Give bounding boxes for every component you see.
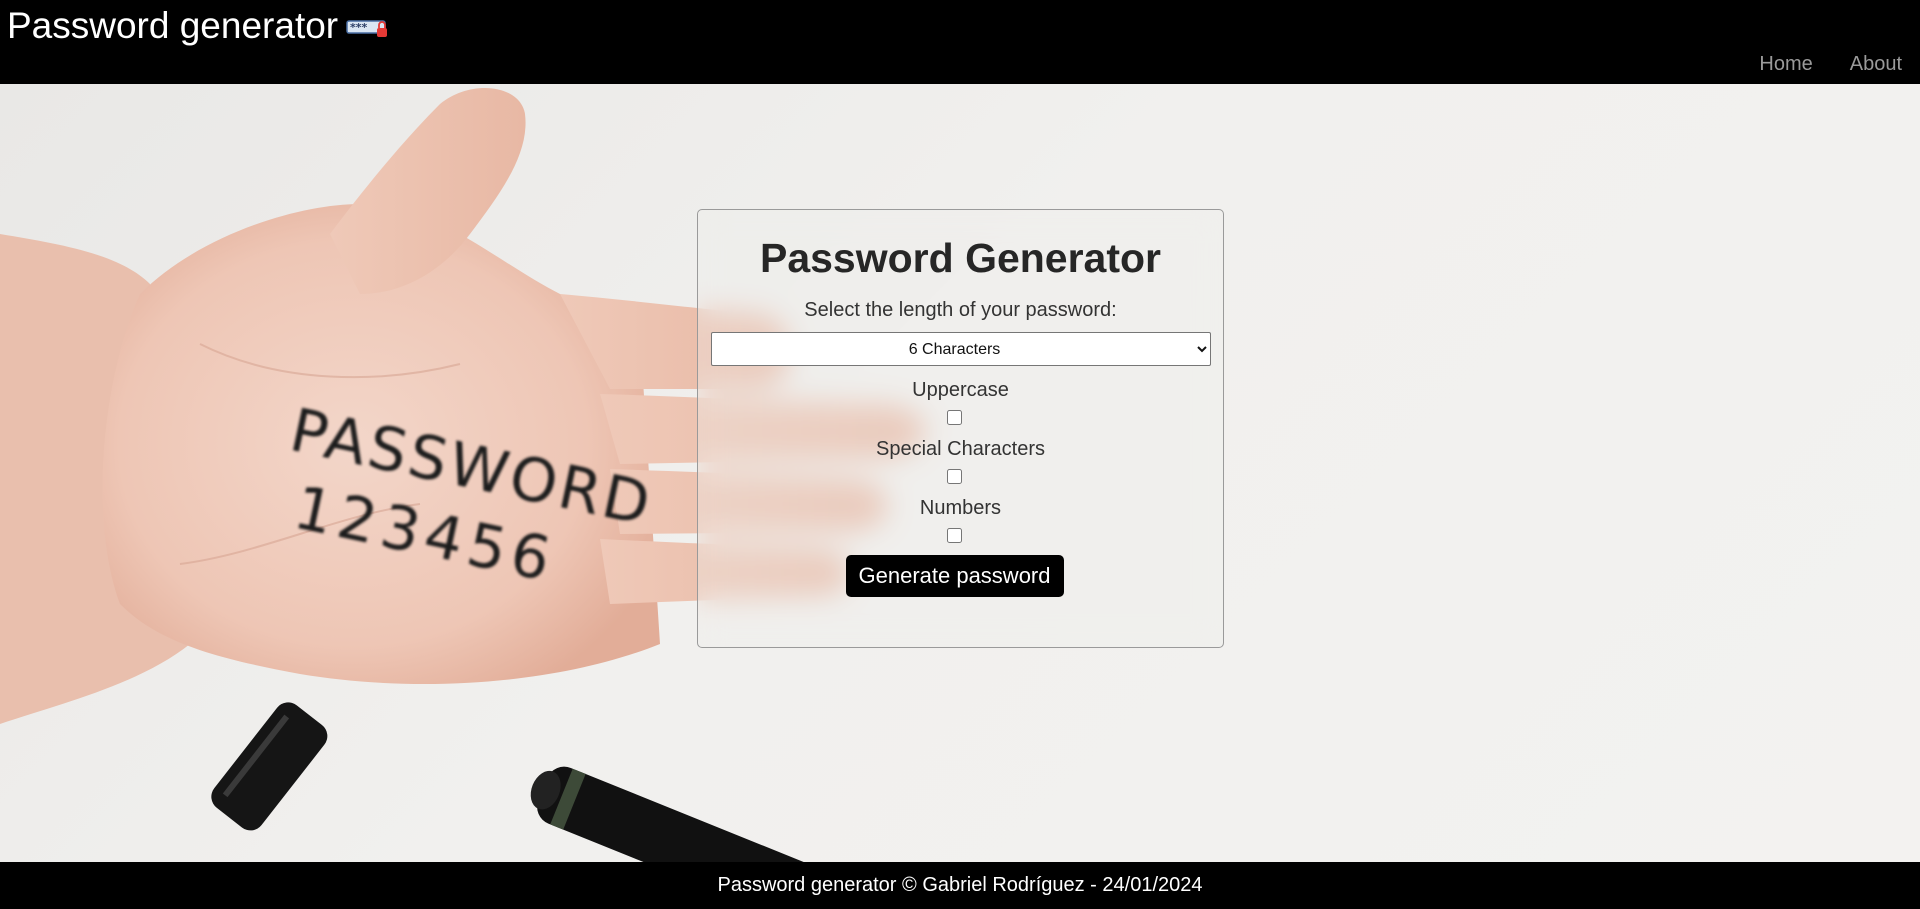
length-select[interactable]: 6 Characters [710, 332, 1211, 366]
special-characters-label: Special Characters [876, 438, 1045, 460]
card-title: Password Generator [759, 235, 1162, 281]
footer: Password generator © Gabriel Rodríguez -… [0, 862, 1920, 909]
numbers-checkbox[interactable] [947, 528, 962, 543]
top-navbar: Password generator *** Home About [0, 0, 1920, 84]
main-nav: Home About [1759, 53, 1902, 76]
uppercase-checkbox[interactable] [947, 410, 962, 425]
generate-password-button[interactable]: Generate password [845, 555, 1064, 597]
footer-text: Password generator © Gabriel Rodríguez -… [717, 874, 1203, 896]
uppercase-label: Uppercase [912, 379, 1009, 401]
svg-text:***: *** [350, 21, 368, 34]
site-title[interactable]: Password generator [7, 4, 338, 48]
numbers-label: Numbers [919, 497, 1002, 519]
password-lock-icon: *** [346, 17, 392, 39]
special-characters-checkbox[interactable] [947, 469, 962, 484]
length-label: Select the length of your password: [804, 299, 1117, 321]
nav-home-link[interactable]: Home [1759, 53, 1812, 76]
brand[interactable]: Password generator *** [7, 4, 392, 48]
nav-about-link[interactable]: About [1850, 53, 1902, 76]
generator-card: Password Generator Select the length of … [697, 209, 1224, 648]
